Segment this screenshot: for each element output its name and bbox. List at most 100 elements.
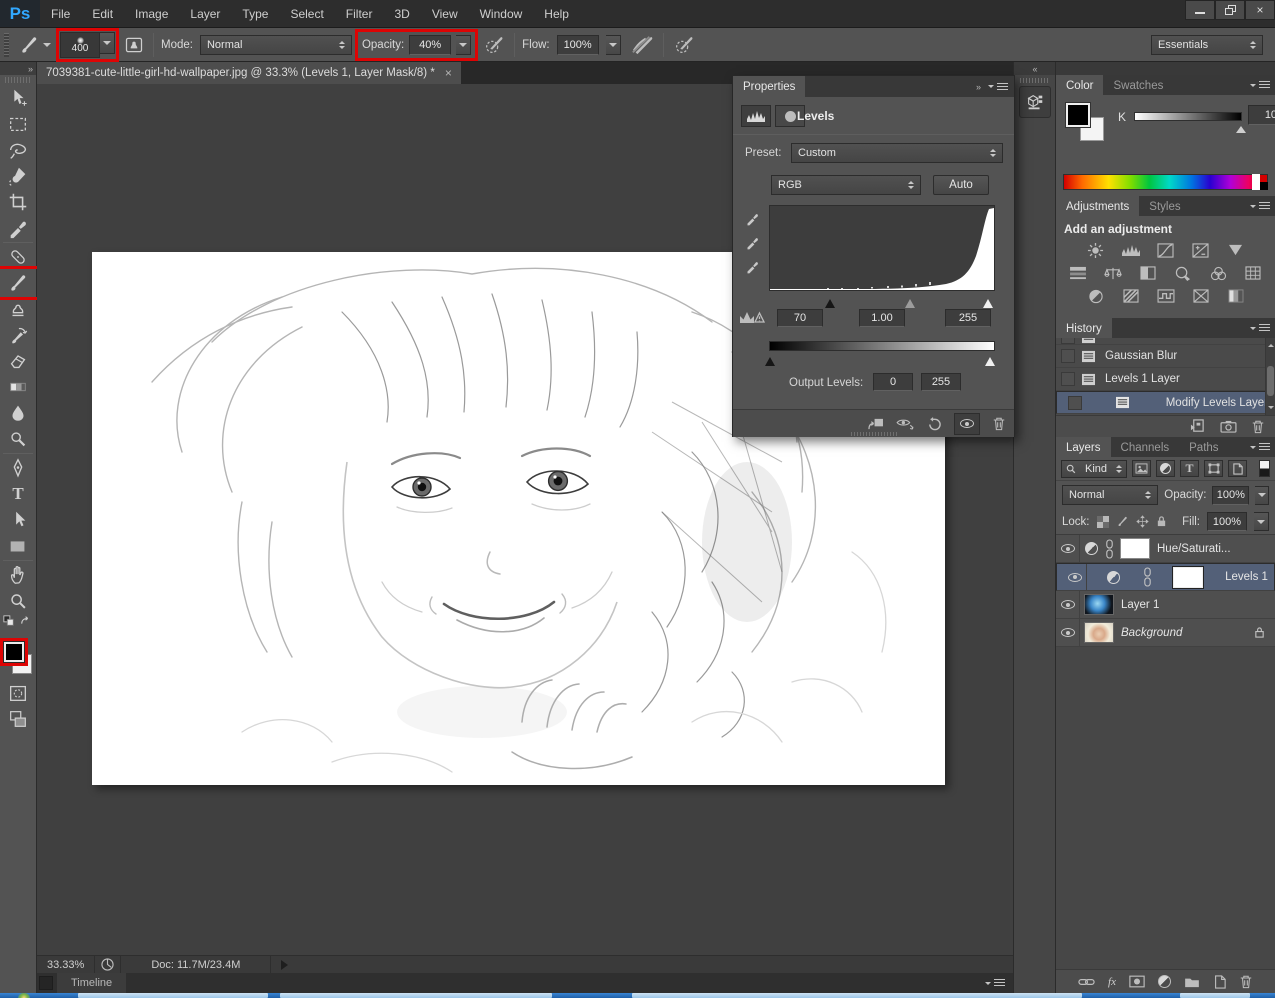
lock-position-icon[interactable] [1136, 515, 1149, 528]
tab-swatches[interactable]: Swatches [1103, 75, 1173, 95]
black-white-icon[interactable] [1137, 265, 1159, 281]
output-white-slider[interactable] [985, 352, 995, 366]
options-grip[interactable] [4, 33, 9, 57]
preset-select[interactable]: Custom [791, 143, 1003, 163]
menu-edit[interactable]: Edit [81, 7, 124, 21]
white-point-eyedropper[interactable] [743, 257, 761, 275]
color-balance-icon[interactable] [1102, 265, 1124, 281]
curves-icon[interactable] [1155, 242, 1177, 258]
layer-style-fx-button[interactable]: fx [1108, 976, 1116, 988]
zoom-level-field[interactable]: 33.33% [37, 956, 95, 973]
history-source-well[interactable] [1061, 338, 1075, 344]
brush-tool[interactable] [0, 270, 36, 296]
history-source-well[interactable] [1061, 372, 1075, 386]
history-item[interactable]: Levels 1 Layer [1056, 368, 1275, 391]
brush-preset-picker[interactable] [16, 32, 53, 58]
timeline-menu-icon[interactable] [985, 979, 1005, 988]
close-button[interactable]: × [1245, 0, 1275, 20]
history-source-well[interactable] [1061, 349, 1075, 363]
pen-tool[interactable] [0, 455, 36, 481]
type-tool[interactable]: T [0, 481, 36, 507]
history-source-well[interactable] [1068, 396, 1082, 410]
blur-tool[interactable] [0, 400, 36, 426]
levels-histogram[interactable] [769, 205, 995, 291]
tab-properties[interactable]: Properties [733, 76, 805, 97]
brush-size-dropdown-button[interactable] [100, 32, 115, 54]
screen-mode-button[interactable] [0, 706, 36, 732]
adjustments-panel-menu-icon[interactable] [1250, 196, 1275, 216]
history-scrollbar[interactable] [1265, 338, 1275, 415]
timeline-tab[interactable]: Timeline [57, 973, 126, 993]
tab-channels[interactable]: Channels [1111, 437, 1180, 457]
filter-smart-objects-icon[interactable] [1228, 460, 1247, 477]
spectrum-endcaps[interactable] [1252, 174, 1268, 190]
new-group-folder-icon[interactable] [1184, 976, 1200, 988]
layer-row-hue-saturation[interactable]: Hue/Saturati... [1056, 535, 1275, 563]
menu-window[interactable]: Window [469, 7, 534, 21]
posterize-icon[interactable] [1120, 288, 1142, 304]
trash-icon[interactable] [1239, 974, 1253, 989]
tab-history[interactable]: History [1056, 318, 1112, 338]
vibrance-icon[interactable] [1225, 242, 1247, 258]
foreground-color-swatch[interactable] [1066, 103, 1090, 127]
default-colors-icon[interactable] [3, 615, 15, 627]
lock-transparency-icon[interactable] [1097, 516, 1109, 528]
zoom-tool[interactable] [0, 588, 36, 614]
auto-button[interactable]: Auto [933, 175, 989, 195]
quick-mask-button[interactable] [0, 680, 36, 706]
brush-size-widget[interactable]: 400 [60, 32, 115, 58]
layer-blend-mode-select[interactable]: Normal [1062, 485, 1158, 505]
layers-panel-menu-icon[interactable] [1250, 437, 1275, 457]
spot-healing-brush-tool[interactable] [0, 244, 36, 270]
scroll-down-icon[interactable] [1268, 406, 1274, 412]
hand-tool[interactable] [0, 562, 36, 588]
view-previous-state-icon[interactable] [896, 417, 915, 430]
toolbar-grip[interactable] [5, 77, 31, 83]
menu-help[interactable]: Help [533, 7, 580, 21]
layer-row-levels1[interactable]: Levels 1 [1056, 563, 1275, 591]
layer-visibility-toggle[interactable] [1056, 591, 1080, 618]
clip-to-layer-icon[interactable] [867, 417, 884, 431]
filter-adjustment-layers-icon[interactable] [1156, 460, 1175, 477]
filter-type-layers-icon[interactable]: T [1180, 460, 1199, 477]
crop-tool[interactable] [0, 189, 36, 215]
invert-icon[interactable] [1085, 288, 1107, 304]
menu-select[interactable]: Select [279, 7, 334, 21]
color-lookup-icon[interactable] [1242, 265, 1264, 281]
channel-select[interactable]: RGB [771, 175, 921, 195]
filter-toggle-switch[interactable] [1259, 460, 1270, 477]
layer-name[interactable]: Hue/Saturati... [1157, 543, 1231, 555]
flow-field[interactable]: 100% [557, 35, 599, 55]
menu-type[interactable]: Type [231, 7, 279, 21]
highlights-slider[interactable] [983, 294, 993, 308]
taskbar-button[interactable] [632, 993, 1082, 998]
opacity-field[interactable]: 40% [409, 35, 451, 55]
exposure-icon[interactable] [1190, 242, 1212, 258]
toggle-brush-panel-button[interactable] [122, 33, 146, 57]
black-point-eyedropper[interactable] [743, 209, 761, 227]
dock-collapse-button[interactable]: « [1014, 62, 1055, 75]
properties-panel-menu-icon[interactable] [988, 82, 1008, 91]
photo-filter-icon[interactable] [1172, 265, 1194, 281]
uncached-histogram-warning-icon[interactable] [739, 309, 765, 325]
snapshot-camera-icon[interactable] [1220, 420, 1237, 433]
taskbar-button[interactable] [1180, 993, 1250, 998]
eyedropper-tool[interactable] [0, 215, 36, 241]
layer-name[interactable]: Layer 1 [1121, 599, 1159, 611]
layer-row-background[interactable]: Background [1056, 619, 1275, 647]
tab-paths[interactable]: Paths [1179, 437, 1228, 457]
filter-kind-select[interactable]: Kind [1061, 460, 1127, 478]
menu-filter[interactable]: Filter [335, 7, 384, 21]
clone-stamp-tool[interactable] [0, 296, 36, 322]
filter-image-layers-icon[interactable] [1132, 460, 1151, 477]
reset-adjustment-icon[interactable] [927, 417, 942, 431]
layer-opacity-field[interactable]: 100% [1212, 486, 1249, 505]
k-slider[interactable] [1134, 112, 1242, 121]
document-tab[interactable]: 7039381-cute-little-girl-hd-wallpaper.jp… [37, 62, 461, 84]
dodge-tool[interactable] [0, 426, 36, 452]
new-document-from-state-icon[interactable] [1189, 419, 1206, 434]
layer-fill-dropdown[interactable] [1254, 512, 1269, 531]
flow-dropdown-button[interactable] [606, 35, 621, 55]
k-slider-thumb[interactable] [1236, 121, 1246, 133]
tab-styles[interactable]: Styles [1139, 196, 1190, 216]
